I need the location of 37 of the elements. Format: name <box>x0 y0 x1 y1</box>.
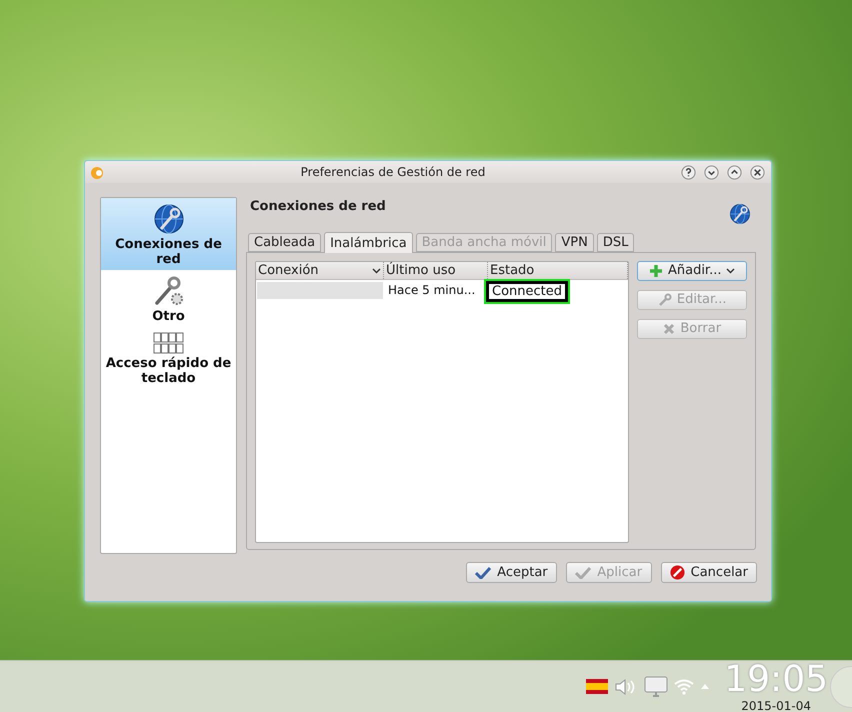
help-button[interactable] <box>681 164 696 180</box>
section-heading: Conexiones de red <box>250 198 386 216</box>
dialog-button[interactable]: Cancelar <box>660 562 757 583</box>
sidebar-item[interactable]: Conexiones de red <box>101 198 236 270</box>
action-button[interactable]: Añadir... <box>637 261 747 281</box>
tab[interactable]: DSL <box>596 233 634 252</box>
checkmark-icon <box>575 566 592 578</box>
minimize-button[interactable] <box>704 164 719 180</box>
wrench-gear-icon <box>152 275 184 307</box>
maximize-button[interactable] <box>727 164 742 180</box>
column-header[interactable]: Conexión <box>256 262 384 279</box>
window-title: Preferencias de Gestión de red <box>300 164 486 181</box>
sidebar-item[interactable]: Acceso rápido de teclado <box>101 327 236 389</box>
table-cell-text: Hace 5 minu... <box>387 282 476 299</box>
checkmark-icon <box>475 566 492 578</box>
close-icon <box>663 323 676 335</box>
tab[interactable]: Inalámbrica <box>324 232 413 253</box>
tab[interactable]: VPN <box>555 233 594 252</box>
dialog-button[interactable]: Aceptar <box>466 562 557 583</box>
tab[interactable]: Cableada <box>248 233 322 252</box>
column-header[interactable]: Último uso <box>384 262 488 279</box>
chevron-down-icon <box>726 268 736 274</box>
monitor-icon[interactable] <box>644 676 668 698</box>
globe-wrench-icon <box>152 203 184 235</box>
close-button[interactable] <box>750 164 765 180</box>
app-logo-icon <box>89 164 105 180</box>
wrench-icon <box>658 293 672 307</box>
globe-wrench-icon <box>729 203 751 225</box>
keyboard-icon <box>152 332 184 354</box>
column-header[interactable]: Estado <box>488 262 628 279</box>
table-cell: Connected <box>486 280 568 302</box>
flag-icon[interactable] <box>586 679 608 694</box>
clock-date: 2015-01-04 <box>741 700 811 712</box>
chevron-down-icon <box>372 268 381 274</box>
sidebar-item[interactable]: Otro <box>101 270 236 327</box>
cancel-icon <box>670 565 685 580</box>
plus-icon <box>648 264 663 278</box>
